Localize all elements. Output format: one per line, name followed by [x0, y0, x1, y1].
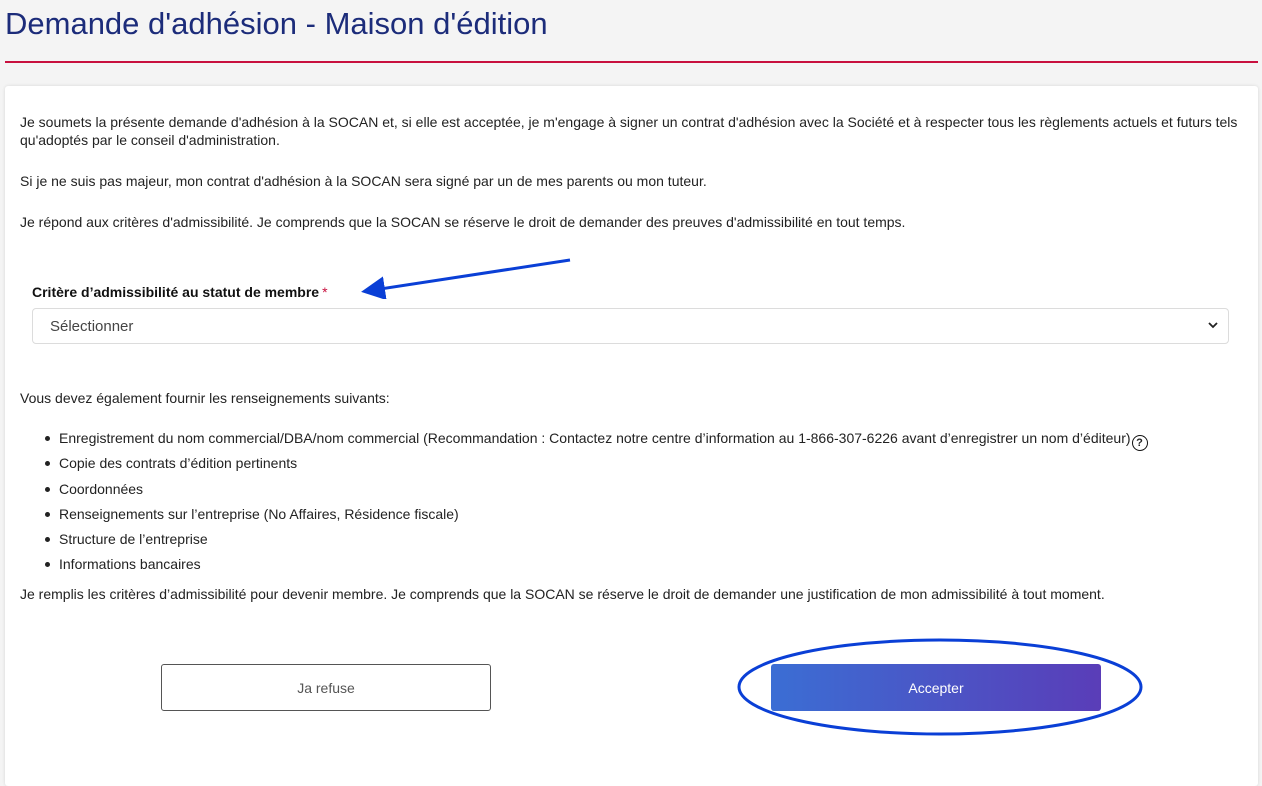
bullet: [45, 537, 50, 543]
bullet: [45, 436, 50, 441]
list-item: Coordonnées: [20, 480, 1250, 505]
chevron-down-icon: [1208, 322, 1218, 329]
bullet: [45, 486, 50, 492]
list-item-text: Enregistrement du nom commercial/DBA/nom…: [59, 430, 1131, 446]
question-circle-icon[interactable]: ?: [1131, 435, 1148, 451]
intro-paragraph-minor: Si je ne suis pas majeur, mon contrat d'…: [20, 173, 707, 189]
bullet: [45, 511, 50, 517]
bullet: [45, 461, 50, 467]
requirements-intro: Vous devez également fournir les renseig…: [20, 390, 390, 406]
requirements-list: Enregistrement du nom commercial/DBA/nom…: [20, 429, 1250, 581]
list-item-text: Coordonnées: [59, 480, 144, 497]
header-divider: [5, 61, 1258, 63]
eligibility-select[interactable]: Sélectionner: [32, 308, 1229, 344]
list-item: Renseignements sur l’entreprise (No Affa…: [20, 505, 1250, 530]
page-header: Demande d'adhésion - Maison d'édition: [0, 0, 1262, 63]
page-title: Demande d'adhésion - Maison d'édition: [5, 6, 548, 41]
intro-paragraph-commitment: Je soumets la présente demande d'adhésio…: [20, 114, 1238, 148]
list-item-text: Informations bancaires: [59, 556, 201, 573]
eligibility-label: Critère d’admissibilité au statut de mem…: [32, 284, 328, 300]
list-item: Informations bancaires: [20, 555, 1250, 580]
accept-button[interactable]: Accepter: [771, 664, 1101, 711]
refuse-button[interactable]: Ja refuse: [161, 664, 491, 711]
annotation-arrow: [361, 258, 571, 299]
required-marker: *: [322, 284, 328, 300]
list-item: Structure de l’entreprise: [20, 530, 1250, 555]
intro-paragraph-eligibility: Je répond aux critères d'admissibilité. …: [20, 214, 906, 230]
membership-card: Je soumets la présente demande d'adhésio…: [5, 86, 1258, 786]
list-item-text: Copie des contrats d’édition pertinents: [59, 455, 298, 472]
eligibility-label-text: Critère d’admissibilité au statut de mem…: [32, 284, 320, 300]
list-item: Copie des contrats d’édition pertinents: [20, 454, 1250, 479]
list-item-text: Renseignements sur l’entreprise (No Affa…: [59, 505, 459, 522]
list-item-text: Structure de l’entreprise: [59, 531, 208, 548]
list-item: Enregistrement du nom commercial/DBA/nom…: [20, 429, 1250, 454]
closing-statement: Je remplis les critères d’admissibilité …: [20, 586, 1105, 602]
bullet: [45, 562, 50, 568]
eligibility-select-value: Sélectionner: [50, 318, 134, 335]
